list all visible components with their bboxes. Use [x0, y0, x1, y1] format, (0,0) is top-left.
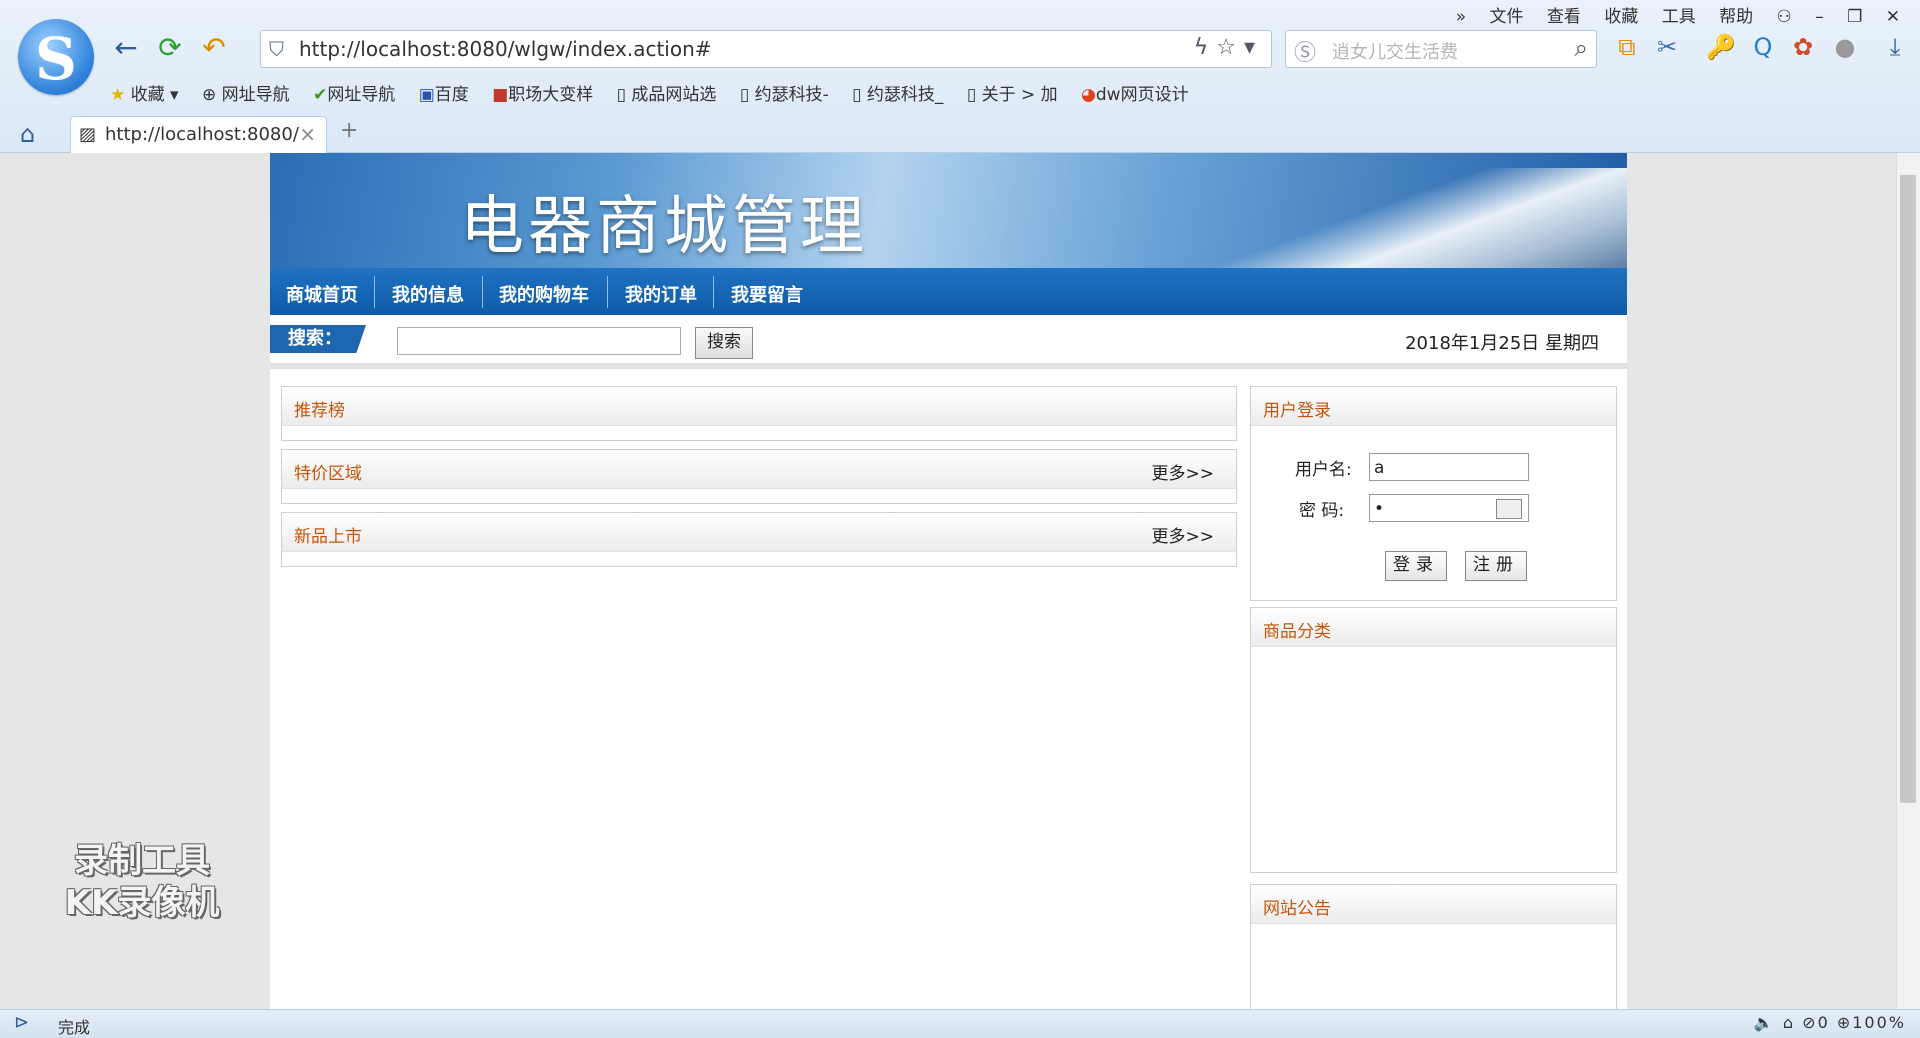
check-icon: ✔	[313, 85, 328, 105]
site-nav: 商城首页 我的信息 我的购物车 我的订单 我要留言	[270, 268, 1627, 315]
dw-icon: ◕	[1081, 85, 1096, 105]
minimize-icon[interactable]: –	[1815, 7, 1824, 27]
play-icon[interactable]: ⊳	[14, 1012, 29, 1033]
scrollbar-thumb[interactable]	[1900, 175, 1916, 803]
bookmark-favorites[interactable]: ★ 收藏 ▾	[110, 85, 179, 105]
search-label: 搜索：	[270, 325, 366, 353]
banner-title: 电器商城管理	[460, 190, 868, 264]
search-button[interactable]: 搜索	[695, 327, 753, 359]
back-icon[interactable]: ←	[108, 30, 144, 66]
browser-logo-icon: S	[18, 19, 94, 95]
nav-message[interactable]: 我要留言	[731, 281, 803, 307]
nav-cart[interactable]: 我的购物车	[499, 281, 589, 307]
panel-recommend: 推荐榜	[281, 386, 1237, 441]
current-date: 2018年1月25日 星期四	[1405, 333, 1599, 354]
bookmark-career[interactable]: ■职场大变样	[492, 85, 593, 105]
browser-toolbar: S ← ⟳ ↶ ⛉ http://localhost:8080/wlgw/ind…	[0, 0, 1920, 153]
restore-icon[interactable]: ❐	[1847, 7, 1862, 27]
menu-expand-icon[interactable]: »	[1456, 7, 1466, 27]
home-icon[interactable]: ⌂	[20, 120, 35, 148]
password-field[interactable]: •	[1369, 494, 1529, 522]
nav-my-info[interactable]: 我的信息	[392, 281, 464, 307]
app-icon: ■	[492, 85, 509, 105]
refresh-icon[interactable]: ⟳	[152, 30, 188, 66]
weibo-icon[interactable]: ✿	[1788, 32, 1818, 62]
notice-title: 网站公告	[1263, 899, 1331, 919]
menu-view[interactable]: 查看	[1547, 7, 1581, 27]
bookmark-baidu[interactable]: ▣百度	[419, 85, 469, 105]
category-panel: 商品分类	[1250, 607, 1617, 873]
site-search-bar: 搜索： 搜索 2018年1月25日 星期四	[270, 315, 1627, 369]
scissors-icon[interactable]: ✂	[1652, 32, 1682, 62]
status-right: 🔈 ⌂ ⊘0 ⊕100%	[1753, 1013, 1906, 1032]
bookmark-dw[interactable]: ◕dw网页设计	[1081, 85, 1189, 105]
page-icon: ▨	[79, 124, 97, 145]
login-panel: 用户登录 用户名: a 密 码: • 登录 注册	[1250, 386, 1617, 601]
tab-active[interactable]: ▨ http://localhost:8080/ ×	[70, 116, 327, 153]
menu-favorites[interactable]: 收藏	[1604, 7, 1638, 27]
panel-title: 推荐榜	[294, 401, 345, 421]
address-url: http://localhost:8080/wlgw/index.action#	[299, 37, 712, 61]
register-button[interactable]: 注册	[1465, 551, 1527, 581]
shield-icon: ⛉	[269, 37, 284, 61]
tab-close-icon[interactable]: ×	[299, 122, 316, 146]
bookmark-nav-1[interactable]: ⊕ 网址导航	[202, 85, 290, 105]
sidebar-icon[interactable]: ⧉	[1612, 32, 1642, 62]
star-icon[interactable]: ϟ☆▾	[1194, 35, 1263, 60]
star-icon: ★	[110, 85, 126, 105]
username-field[interactable]: a	[1369, 453, 1529, 481]
bookmark-yuese-1[interactable]: ▯ 约瑟科技-	[740, 85, 829, 105]
recorder-watermark: 录制工具 KK录像机	[64, 841, 220, 923]
keyboard-icon[interactable]	[1496, 499, 1522, 519]
bookmarks-bar: ★ 收藏 ▾ ⊕ 网址导航 ✔网址导航 ▣百度 ■职场大变样 ▯ 成品网站选 ▯…	[110, 80, 1207, 105]
username-label: 用户名:	[1295, 460, 1352, 480]
bookmark-yuese-2[interactable]: ▯ 约瑟科技_	[852, 85, 943, 105]
paw-icon: ▣	[418, 85, 435, 105]
site-banner: 电器商城管理	[270, 153, 1627, 268]
shirt-icon[interactable]: ⚇	[1777, 7, 1792, 27]
new-tab-icon[interactable]: +	[340, 118, 358, 143]
login-title: 用户登录	[1263, 401, 1331, 421]
notice-panel: 网站公告	[1250, 884, 1617, 1010]
menu-tools[interactable]: 工具	[1662, 7, 1696, 27]
nav-orders[interactable]: 我的订单	[625, 281, 697, 307]
category-title: 商品分类	[1263, 622, 1331, 642]
login-button[interactable]: 登录	[1385, 551, 1447, 581]
search-icon[interactable]: ⌕	[1575, 34, 1588, 62]
panel-title: 新品上市	[294, 527, 362, 547]
q-icon[interactable]: Q	[1748, 32, 1778, 62]
menu-bar: » 文件 查看 收藏 工具 帮助 ⚇ – ❐ ✕	[1438, 2, 1900, 27]
circle-icon[interactable]: ●	[1830, 32, 1860, 62]
more-link[interactable]: 更多>>	[1152, 522, 1215, 547]
address-bar[interactable]: ⛉ http://localhost:8080/wlgw/index.actio…	[260, 30, 1272, 68]
browser-search-box[interactable]: Ⓢ 逍女儿交生活费 ⌕	[1285, 30, 1597, 68]
password-label: 密 码:	[1299, 501, 1345, 521]
panel-specials: 特价区域 更多>>	[281, 449, 1237, 504]
bookmark-nav-2[interactable]: ✔网址导航	[313, 85, 395, 105]
more-link[interactable]: 更多>>	[1152, 459, 1215, 484]
menu-help[interactable]: 帮助	[1719, 7, 1753, 27]
download-icon[interactable]: ⤓	[1880, 32, 1910, 62]
bookmark-site-select[interactable]: ▯ 成品网站选	[617, 85, 717, 105]
key-icon[interactable]: 🔑	[1706, 32, 1736, 62]
zoom-level[interactable]: 100%	[1852, 1013, 1906, 1032]
search-input[interactable]	[397, 327, 681, 355]
menu-file[interactable]: 文件	[1490, 7, 1524, 27]
panel-title: 特价区域	[294, 464, 362, 484]
page-content: 电器商城管理 商城首页 我的信息 我的购物车 我的订单 我要留言 搜索： 搜索 …	[270, 153, 1627, 1010]
search-placeholder: 逍女儿交生活费	[1332, 42, 1458, 63]
status-text: 完成	[58, 1018, 91, 1037]
panel-new-arrivals: 新品上市 更多>>	[281, 512, 1237, 567]
tab-title: http://localhost:8080/	[105, 124, 299, 145]
nav-home[interactable]: 商城首页	[286, 281, 358, 307]
status-bar: ⊳ 完成 🔈 ⌂ ⊘0 ⊕100%	[0, 1009, 1920, 1038]
password-value: •	[1374, 499, 1385, 519]
close-icon[interactable]: ✕	[1886, 7, 1900, 27]
search-engine-icon: Ⓢ	[1294, 41, 1317, 66]
undo-icon[interactable]: ↶	[196, 30, 232, 66]
bookmark-about[interactable]: ▯ 关于 > 加	[967, 85, 1058, 105]
